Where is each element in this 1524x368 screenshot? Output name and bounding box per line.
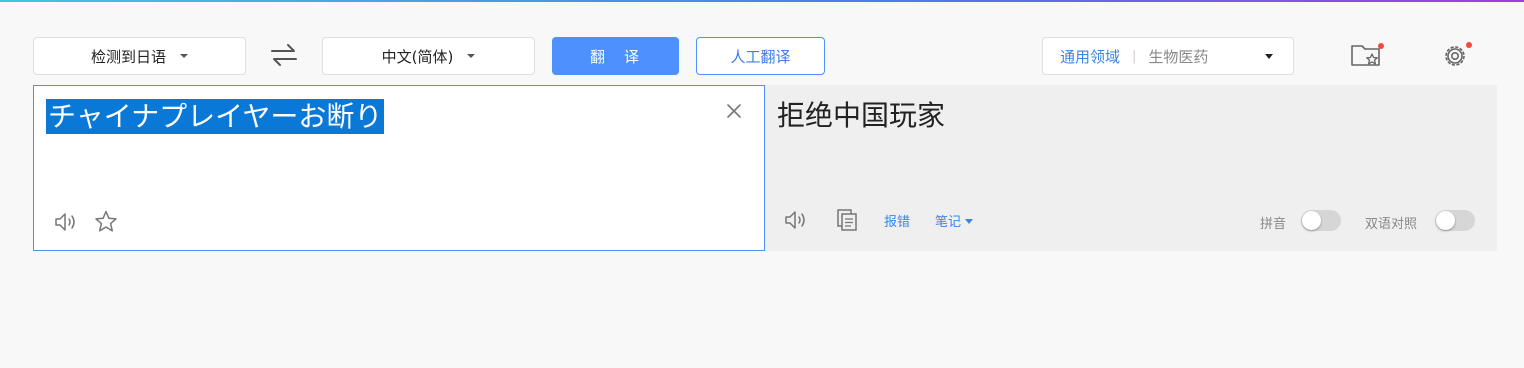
source-text[interactable]: チャイナプレイヤーお断り [46,99,385,134]
bilingual-label: 双语对照 [1365,217,1418,232]
copy-icon[interactable] [833,206,861,234]
translate-button[interactable]: 翻 译 [552,37,679,75]
domain-separator: | [1132,48,1137,64]
settings-button[interactable] [1437,38,1473,74]
bilingual-toggle[interactable] [1435,210,1475,231]
swap-icon[interactable] [268,40,300,70]
pinyin-label: 拼音 [1260,217,1287,232]
target-language-select[interactable]: 中文(简体) [322,37,535,75]
chevron-down-icon [1265,54,1273,59]
speaker-icon[interactable] [52,208,80,236]
domain-general-option[interactable]: 通用领域 [1060,46,1120,67]
notification-dot [1378,43,1384,49]
notes-label: 笔记 [935,215,962,230]
report-error-link[interactable]: 报错 [884,211,910,230]
favorites-folder-button[interactable] [1348,38,1384,74]
source-language-label: 检测到日语 [90,47,166,66]
speaker-icon[interactable] [782,206,810,234]
translated-text: 拒绝中国玩家 [777,99,946,132]
star-icon[interactable] [92,208,120,236]
toggle-knob [1436,211,1455,230]
chevron-down-icon [180,54,188,58]
domain-selected-option[interactable]: 生物医药 [1148,46,1208,67]
pinyin-toggle[interactable] [1301,210,1341,231]
toggle-knob [1302,211,1321,230]
source-language-select[interactable]: 检测到日语 [33,37,246,75]
chevron-down-icon [965,219,974,224]
target-text-panel: 拒绝中国玩家 报错 笔记 拼音 双语对照 [765,85,1497,251]
domain-select[interactable]: 通用领域 | 生物医药 [1042,37,1294,75]
human-translate-button[interactable]: 人工翻译 [696,37,825,75]
target-language-label: 中文(简体) [381,47,454,66]
notification-dot [1466,42,1472,48]
notes-dropdown[interactable]: 笔记 [935,211,974,230]
close-icon[interactable] [724,101,744,121]
chevron-down-icon [467,54,476,58]
top-accent-line [0,0,1524,2]
source-text-panel[interactable]: チャイナプレイヤーお断り [33,85,765,251]
